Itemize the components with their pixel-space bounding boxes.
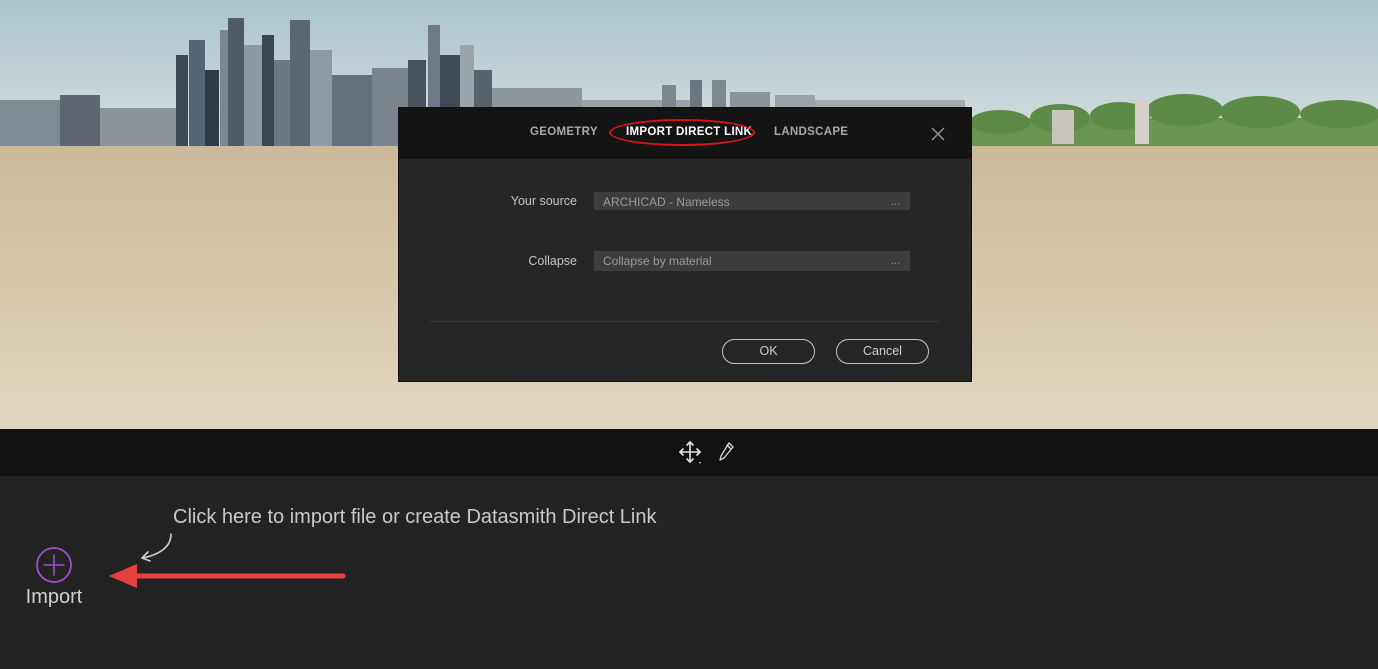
source-value: ARCHICAD - Nameless (603, 195, 730, 209)
collapse-field[interactable]: Collapse by material ... (594, 251, 910, 271)
tab-landscape[interactable]: LANDSCAPE (774, 126, 848, 138)
import-label: Import (25, 586, 83, 608)
collapse-browse-button[interactable]: ... (891, 251, 900, 271)
scene-viewport[interactable]: GEOMETRY IMPORT DIRECT LINK LANDSCAPE Yo… (0, 0, 1378, 429)
source-browse-button[interactable]: ... (891, 192, 900, 212)
source-field[interactable]: ARCHICAD - Nameless ... (594, 192, 910, 210)
import-button[interactable]: Import (22, 544, 86, 612)
plus-circle-icon (36, 547, 72, 583)
cancel-button[interactable]: Cancel (836, 339, 929, 364)
red-arrow-annotation (109, 564, 346, 588)
source-label: Your source (510, 194, 577, 208)
ok-button[interactable]: OK (722, 339, 815, 364)
collapse-label: Collapse (528, 254, 577, 268)
close-icon[interactable] (929, 125, 947, 143)
tab-import-direct-link[interactable]: IMPORT DIRECT LINK (626, 126, 752, 138)
tab-geometry[interactable]: GEOMETRY (530, 126, 598, 138)
dialog-divider (430, 321, 940, 322)
move-icon[interactable] (677, 440, 703, 466)
content-panel: Click here to import file or create Data… (0, 476, 1378, 669)
collapse-value: Collapse by material (603, 254, 712, 268)
dialog-tab-bar: GEOMETRY IMPORT DIRECT LINK LANDSCAPE (399, 108, 971, 159)
import-hint-text: Click here to import file or create Data… (173, 506, 657, 528)
import-dialog: GEOMETRY IMPORT DIRECT LINK LANDSCAPE Yo… (399, 108, 971, 381)
eyedropper-icon[interactable] (716, 441, 736, 463)
viewport-toolbar (0, 429, 1378, 476)
